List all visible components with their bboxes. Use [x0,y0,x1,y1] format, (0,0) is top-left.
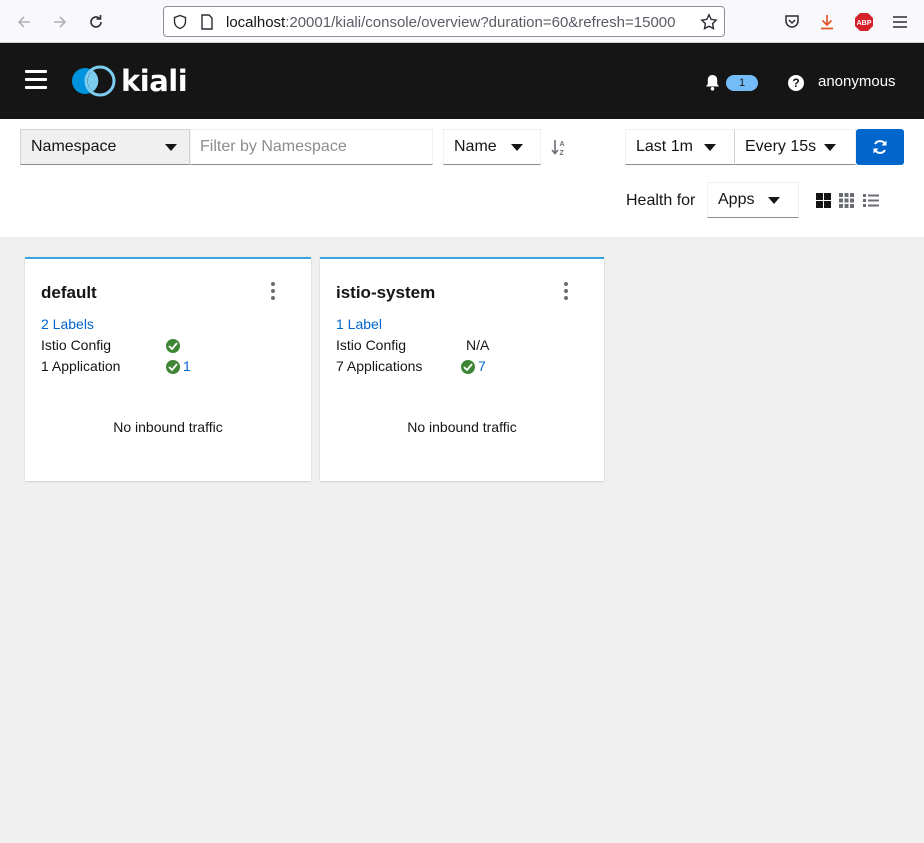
caret-down-icon [165,144,177,151]
sort-field-value: Name [454,138,497,155]
url-text: localhost:20001/kiali/console/overview?d… [226,14,696,31]
kebab-menu-button[interactable] [269,282,277,300]
hamburger-icon [25,70,47,73]
istio-config-label: Istio Config [41,337,112,353]
reload-icon [90,15,102,28]
caret-down-icon [704,144,716,151]
healthy-apps-count[interactable]: 7 [478,358,486,374]
filter-type-select[interactable]: Namespace [20,129,190,165]
ellipsis-v-icon [271,282,275,286]
star-icon[interactable] [700,13,718,31]
pocket-button[interactable] [781,11,803,33]
duration-select[interactable]: Last 1m [625,129,735,165]
check-circle-icon[interactable] [166,339,180,353]
sort-field-select[interactable]: Name [443,129,541,165]
kiali-logo-icon [72,65,116,97]
ellipsis-v-icon [564,282,568,286]
app-menu-button[interactable] [889,11,911,33]
caret-down-icon [824,144,836,151]
namespace-card-default: default 2 Labels Istio Config 1 Applicat… [25,257,311,481]
reload-button[interactable] [85,11,107,33]
labels-link[interactable]: 2 Labels [41,316,94,332]
istio-config-value: N/A [466,337,490,353]
card-title[interactable]: default [41,283,97,303]
logo-text: kiali [121,64,188,98]
notification-badge[interactable]: 1 [726,75,758,91]
list-icon [863,194,879,207]
namespace-filter-input[interactable] [190,129,433,165]
adblock-icon: ABP [855,13,873,31]
traffic-status: No inbound traffic [113,419,223,435]
svg-text:Z: Z [560,150,565,156]
svg-text:ABP: ABP [857,20,872,27]
sync-icon [873,140,887,154]
notifications-button[interactable] [705,74,720,96]
healthy-apps-count[interactable]: 1 [183,358,191,374]
check-circle-icon [461,360,475,374]
list-view-button[interactable] [863,193,879,213]
kebab-menu-button[interactable] [562,282,570,300]
arrow-left-icon [17,16,30,28]
page-icon [201,14,213,30]
caret-down-icon [511,144,523,151]
caret-down-icon [768,197,780,204]
health-type-value: Apps [718,191,755,208]
browser-toolbar: localhost:20001/kiali/console/overview?d… [0,0,924,43]
shield-icon [173,14,187,30]
address-bar[interactable]: localhost:20001/kiali/console/overview?d… [163,6,725,37]
expand-view-button[interactable] [816,193,831,213]
th-icon [839,193,854,208]
forward-button[interactable] [49,11,71,33]
url-path: :20001/kiali/console/overview?duration=6… [285,14,676,31]
kiali-logo[interactable]: kiali [71,64,188,98]
filter-type-value: Namespace [31,138,117,155]
bell-icon [706,75,719,91]
nav-toggle-button[interactable] [25,70,47,90]
pocket-icon [785,15,799,28]
svg-text:A: A [560,141,565,148]
user-menu[interactable]: anonymous [818,73,896,90]
menu-icon [893,16,907,28]
card-title[interactable]: istio-system [336,283,435,303]
refresh-interval-value: Every 15s [745,138,817,155]
help-icon[interactable]: ? [788,75,804,91]
compact-view-button[interactable] [839,193,854,213]
th-large-icon [816,193,831,208]
back-button[interactable] [13,11,35,33]
applications-label: 7 Applications [336,358,423,374]
sort-direction-button[interactable]: A Z [551,139,567,161]
adblock-button[interactable]: ABP [853,11,875,33]
masthead: kiali 1 ? anonymous [0,43,924,119]
sort-alpha-down-icon: A Z [551,140,565,157]
labels-link[interactable]: 1 Label [336,316,382,332]
istio-config-label: Istio Config [336,337,407,353]
health-for-label: Health for [626,192,696,209]
traffic-status: No inbound traffic [407,419,517,435]
overview-toolbar: Namespace Name A Z Last 1m Every 15s Hea… [0,119,924,237]
check-circle-icon [166,360,180,374]
download-icon [821,15,833,30]
refresh-button[interactable] [856,129,904,165]
applications-label: 1 Application [41,358,121,374]
refresh-interval-select[interactable]: Every 15s [734,129,856,165]
url-host: localhost [226,14,286,31]
duration-value: Last 1m [636,138,693,155]
downloads-button[interactable] [816,11,838,33]
arrow-right-icon [54,16,67,28]
health-type-select[interactable]: Apps [707,182,799,218]
namespace-card-istio-system: istio-system 1 Label Istio Config N/A 7 … [320,257,604,481]
